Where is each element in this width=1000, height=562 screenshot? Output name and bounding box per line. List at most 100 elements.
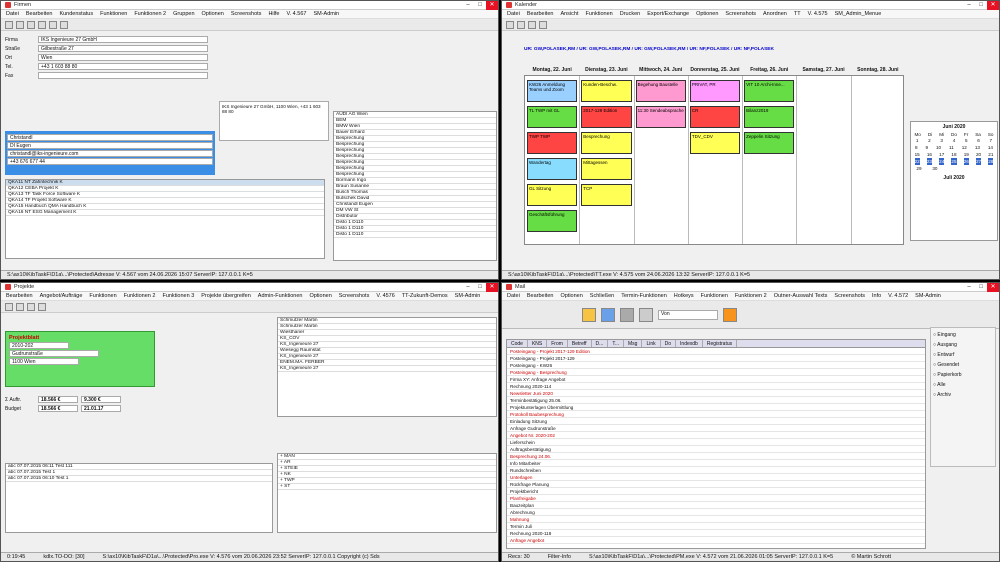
day-cell[interactable]: 10 [936, 144, 941, 151]
column-header[interactable]: Msg [624, 340, 643, 347]
menu-item[interactable]: V. 4.572 [888, 292, 908, 300]
day-cell[interactable]: 14 [988, 144, 993, 151]
mail-row[interactable]: Einladung Sitzung [507, 418, 925, 425]
table-row[interactable]: QKA16 NT ESG Management K [6, 210, 324, 216]
calendar-event[interactable]: VIT 10 Archi-Inne... [744, 80, 795, 102]
menu-item[interactable]: Ansicht [560, 10, 578, 18]
day-header[interactable]: Montag, 22. Juni [525, 67, 579, 73]
close-icon[interactable]: ✕ [987, 283, 999, 292]
project-number-field[interactable]: 2010-202 [9, 342, 69, 349]
mail-row[interactable]: Unterlagen [507, 474, 925, 481]
forward-icon[interactable] [517, 20, 525, 29]
menu-item[interactable]: Gruppen [173, 10, 194, 18]
day-cell[interactable]: 19 [964, 151, 969, 158]
column-header[interactable]: Indexdb [676, 340, 703, 347]
mail-row[interactable]: Projektbericht [507, 488, 925, 495]
menu-item[interactable]: Screenshots [231, 10, 262, 18]
menu-item[interactable]: Funktionen [586, 10, 613, 18]
day-cell[interactable]: 5 [965, 137, 968, 144]
day-cell[interactable]: 16 [927, 151, 932, 158]
menu-item[interactable]: Outner-Auswahl Texts [774, 292, 828, 300]
menu-item[interactable]: Anordnen [763, 10, 787, 18]
mail-row[interactable]: Rückfrage Planung [507, 481, 925, 488]
day-cell[interactable]: 26 [963, 158, 969, 165]
menu-item[interactable]: Datei [507, 10, 520, 18]
menu-item[interactable]: Screenshots [725, 10, 756, 18]
day-cell[interactable]: 1 [916, 137, 919, 144]
menu-item[interactable]: Drucken [620, 10, 640, 18]
menu-item[interactable]: Optionen [309, 292, 331, 300]
mail-row[interactable]: Termin Juli [507, 523, 925, 530]
menu-item[interactable]: Hotkeys [674, 292, 694, 300]
calendar-event[interactable]: 2017-129 Edition [581, 106, 632, 128]
folder-option[interactable]: ○ Alle [933, 380, 993, 390]
maximize-icon[interactable]: □ [975, 283, 987, 292]
menu-item[interactable]: Funktionen 2 [134, 10, 166, 18]
calendar-event[interactable]: Mittagessen [581, 158, 632, 180]
column-header[interactable]: Code [507, 340, 528, 347]
calendar-event[interactable]: 11:30 Sendeabsprache [635, 106, 686, 128]
folder-option[interactable]: ○ Eingang [933, 330, 993, 340]
company-field[interactable]: IKS Ingenieure 27 GmbH [38, 36, 208, 43]
column-header[interactable]: Betreff [568, 340, 592, 347]
column-header[interactable]: Link [642, 340, 661, 347]
menu-item[interactable]: TT-Zukunft-Demos [402, 292, 448, 300]
day-header[interactable]: Dienstag, 23. Juni [579, 67, 633, 73]
back-icon[interactable] [506, 20, 514, 29]
calendar-event[interactable]: KW26 Anmeldung Teams und Zoom [527, 80, 578, 102]
mail-row[interactable]: Bauzeitplan [507, 502, 925, 509]
calendar-event[interactable]: GL Sitzung [527, 184, 578, 206]
print-icon[interactable] [38, 302, 46, 311]
minimize-icon[interactable]: – [462, 1, 474, 10]
total-field[interactable]: 21.01.17 [81, 405, 121, 412]
day-cell[interactable]: 29 [916, 165, 921, 172]
calendar-event[interactable]: CR [689, 106, 741, 128]
mail-row[interactable]: Mahnung [507, 516, 925, 523]
menu-item[interactable]: Funktionen 2 [735, 292, 767, 300]
folder-option[interactable]: ○ Entwurf [933, 350, 993, 360]
city-field[interactable]: Wien [38, 54, 208, 61]
calendar-event[interactable]: TDV_CDV [689, 132, 741, 154]
mail-row[interactable]: Rechnung 2020-114 [507, 383, 925, 390]
save-icon[interactable] [16, 20, 24, 29]
day-cell[interactable]: 3 [940, 137, 943, 144]
day-cell[interactable]: 13 [975, 144, 980, 151]
mail-row[interactable]: Besprechung 24.06. [507, 453, 925, 460]
print-icon[interactable] [639, 307, 653, 322]
maximize-icon[interactable]: □ [975, 1, 987, 10]
mail-row[interactable]: Firma XY: Anfrage Angebot [507, 376, 925, 383]
menu-item[interactable]: SM-Admin [915, 292, 941, 300]
mail-row[interactable]: Posteingang - Projekt 2017-129 Edition [507, 348, 925, 355]
menu-item[interactable]: V. 4576 [376, 292, 394, 300]
mail-row[interactable]: Projektunterlagen Übermittlung [507, 404, 925, 411]
column-header[interactable]: KNS [528, 340, 548, 347]
menu-item[interactable]: V. 4.567 [286, 10, 306, 18]
note-row[interactable]: abc 07.07.2015 06:10 Test 1 [6, 476, 272, 482]
column-header[interactable]: Registratus [703, 340, 738, 347]
project-name-field[interactable]: Gudrunstraße [9, 350, 99, 357]
calendar-event[interactable]: TCP [581, 184, 632, 206]
filter-icon[interactable] [60, 20, 68, 29]
phone-field[interactable]: +43 1 603 88 80 [38, 63, 208, 70]
new-icon[interactable] [5, 20, 13, 29]
menu-item[interactable]: Projekte übergreifen [201, 292, 251, 300]
menu-item[interactable]: Angebot/Aufträge [40, 292, 83, 300]
day-cell[interactable]: 21 [988, 151, 993, 158]
mail-row[interactable]: Protokoll Baubesprechung [507, 411, 925, 418]
maximize-icon[interactable]: □ [474, 283, 486, 292]
mail-row[interactable]: Rechnung 2020-118 [507, 530, 925, 537]
new-icon[interactable] [5, 302, 13, 311]
menu-item[interactable]: Info [872, 292, 881, 300]
search-icon[interactable] [49, 20, 57, 29]
menu-item[interactable]: SM_Admin_Menue [835, 10, 882, 18]
menu-item[interactable]: Screenshots [339, 292, 370, 300]
calendar-event[interactable]: TL TWP mit GL [527, 106, 578, 128]
menu-item[interactable]: TT [794, 10, 801, 18]
day-cell[interactable]: 18 [951, 151, 956, 158]
day-header[interactable]: Freitag, 26. Juni [742, 67, 796, 73]
menu-item[interactable]: Optionen [696, 10, 718, 18]
minimize-icon[interactable]: – [462, 283, 474, 292]
mail-row[interactable]: Angebot Nr. 2020-202 [507, 432, 925, 439]
forward-icon[interactable] [620, 307, 634, 322]
day-cell[interactable]: 2 [928, 137, 931, 144]
